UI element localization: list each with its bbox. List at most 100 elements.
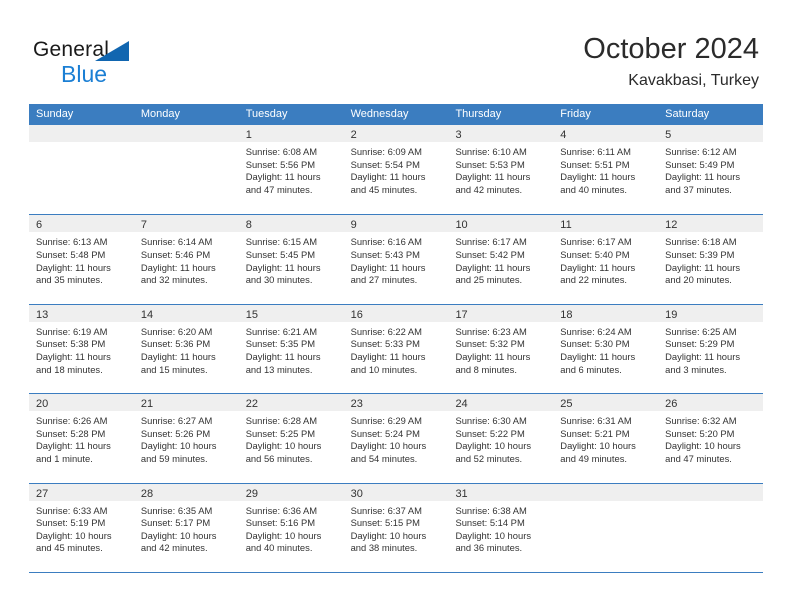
day-number-band: 12	[658, 215, 764, 233]
daylight-duration-line1: Daylight: 11 hours	[36, 261, 111, 273]
day-cell[interactable]: 24 Sunrise: 6:30 AM Sunset: 5:22 PM Dayligh…	[448, 394, 554, 482]
daylight-duration-line1: Daylight: 11 hours	[245, 171, 321, 183]
sunrise-time: Sunrise: 6:36 AM	[245, 504, 318, 516]
daylight-duration-line2: and 8 minutes.	[455, 363, 517, 375]
day-cell[interactable]: 23 Sunrise: 6:29 AM Sunset: 5:24 PM Dayligh…	[343, 394, 449, 482]
weekday-header-saturday: Saturday	[665, 108, 710, 120]
day-cell[interactable]: 6 Sunrise: 6:13 AM Sunset: 5:48 PM Daylight…	[29, 215, 134, 303]
logo-triangle-icon	[95, 41, 129, 61]
day-number: 13	[36, 308, 49, 321]
day-cell[interactable]: 28 Sunrise: 6:35 AM Sunset: 5:17 PM Dayligh…	[133, 483, 239, 572]
daylight-duration-line2: and 38 minutes.	[350, 542, 418, 554]
sunrise-time: Sunrise: 6:26 AM	[36, 415, 108, 427]
day-cell[interactable]: 25 Sunrise: 6:31 AM Sunset: 5:21 PM Dayligh…	[553, 394, 659, 482]
sunset-time: Sunset: 5:45 PM	[245, 248, 316, 260]
sunrise-time: Sunrise: 6:08 AM	[245, 146, 318, 157]
daylight-duration-line2: and 27 minutes.	[350, 274, 418, 286]
day-cell-empty	[133, 125, 239, 214]
day-cell[interactable]: 4 Sunrise: 6:11 AM Sunset: 5:51 PM Daylight…	[553, 125, 659, 214]
sunrise-time: Sunrise: 6:09 AM	[350, 146, 422, 157]
day-cell[interactable]: 29 Sunrise: 6:36 AM Sunset: 5:16 PM Dayligh…	[238, 483, 344, 572]
sunset-time: Sunset: 5:51 PM	[560, 158, 630, 170]
sunrise-time: Sunrise: 6:10 AM	[455, 146, 527, 157]
sunset-time: Sunset: 5:19 PM	[36, 517, 106, 529]
day-cell[interactable]: 1 Sunrise: 6:08 AM Sunset: 5:56 PM Daylight…	[238, 125, 344, 214]
day-number-band: 6	[29, 215, 134, 233]
day-cell[interactable]: 2 Sunrise: 6:09 AM Sunset: 5:54 PM Daylight…	[343, 125, 449, 214]
sunset-time: Sunset: 5:30 PM	[560, 338, 630, 350]
page-title: October 2024	[583, 33, 759, 65]
sunset-time: Sunset: 5:28 PM	[36, 427, 106, 439]
sunset-time: Sunset: 5:14 PM	[455, 517, 525, 529]
day-cell[interactable]: 3 Sunrise: 6:10 AM Sunset: 5:53 PM Daylight…	[448, 125, 554, 214]
day-number-band: 7	[133, 215, 239, 233]
sunrise-time: Sunrise: 6:33 AM	[36, 504, 108, 516]
daylight-duration-line1: Daylight: 10 hours	[245, 440, 322, 452]
day-cell[interactable]: 13 Sunrise: 6:19 AM Sunset: 5:38 PM Dayligh…	[29, 304, 134, 393]
day-number: 17	[455, 308, 468, 321]
day-cell[interactable]: 7 Sunrise: 6:14 AM Sunset: 5:46 PM Daylight…	[133, 215, 239, 303]
sunset-time: Sunset: 5:32 PM	[455, 338, 525, 350]
daylight-duration-line2: and 32 minutes.	[140, 274, 208, 286]
daylight-duration-line2: and 25 minutes.	[455, 274, 523, 286]
daylight-duration-line1: Daylight: 11 hours	[350, 261, 426, 273]
day-cell[interactable]: 11 Sunrise: 6:17 AM Sunset: 5:40 PM Dayligh…	[553, 215, 659, 303]
sunset-time: Sunset: 5:53 PM	[455, 158, 525, 170]
day-cell[interactable]: 8 Sunrise: 6:15 AM Sunset: 5:45 PM Daylight…	[238, 215, 344, 303]
general-blue-logo[interactable]: General Blue	[33, 38, 153, 90]
day-number-band: 18	[553, 304, 659, 322]
day-cell[interactable]: 16 Sunrise: 6:22 AM Sunset: 5:33 PM Dayligh…	[343, 304, 449, 393]
day-cell[interactable]: 10 Sunrise: 6:17 AM Sunset: 5:42 PM Dayligh…	[448, 215, 554, 303]
day-cell[interactable]: 12 Sunrise: 6:18 AM Sunset: 5:39 PM Dayligh…	[658, 215, 764, 303]
day-number-band: 16	[343, 304, 449, 322]
sunset-time: Sunset: 5:38 PM	[36, 338, 106, 350]
day-cell[interactable]: 5 Sunrise: 6:12 AM Sunset: 5:49 PM Daylight…	[658, 125, 764, 214]
day-cell[interactable]: 30 Sunrise: 6:37 AM Sunset: 5:15 PM Dayligh…	[343, 483, 449, 572]
weekday-header-sunday: Sunday	[36, 108, 74, 120]
sunrise-time: Sunrise: 6:19 AM	[36, 325, 108, 337]
day-info: Sunrise: 6:12 AM Sunset: 5:49 PM Daylight:…	[658, 142, 763, 196]
daylight-duration-line1: Daylight: 11 hours	[36, 440, 111, 452]
day-number-band: 10	[448, 215, 554, 233]
day-cell-empty	[658, 483, 764, 572]
day-cell[interactable]: 17 Sunrise: 6:23 AM Sunset: 5:32 PM Dayligh…	[448, 304, 554, 393]
day-cell[interactable]: 22 Sunrise: 6:28 AM Sunset: 5:25 PM Dayligh…	[238, 394, 344, 482]
daylight-duration-line1: Daylight: 11 hours	[665, 171, 741, 183]
day-info: Sunrise: 6:25 AM Sunset: 5:29 PM Daylight:…	[658, 322, 763, 376]
day-number-band: 24	[448, 394, 554, 412]
sunrise-time: Sunrise: 6:38 AM	[455, 504, 527, 516]
daylight-duration-line2: and 35 minutes.	[36, 274, 103, 286]
day-number-band: 20	[29, 394, 134, 412]
sunrise-time: Sunrise: 6:15 AM	[245, 236, 318, 248]
day-cell[interactable]: 9 Sunrise: 6:16 AM Sunset: 5:43 PM Daylight…	[343, 215, 449, 303]
day-cell[interactable]: 18 Sunrise: 6:24 AM Sunset: 5:30 PM Dayligh…	[553, 304, 659, 393]
day-cell[interactable]: 19 Sunrise: 6:25 AM Sunset: 5:29 PM Dayligh…	[658, 304, 764, 393]
sunset-time: Sunset: 5:17 PM	[140, 517, 211, 529]
sunset-time: Sunset: 5:43 PM	[350, 248, 420, 260]
daylight-duration-line2: and 30 minutes.	[245, 274, 313, 286]
sunrise-time: Sunrise: 6:31 AM	[560, 415, 632, 427]
daylight-duration-line1: Daylight: 10 hours	[245, 529, 322, 541]
sunset-time: Sunset: 5:33 PM	[350, 338, 420, 350]
sunrise-time: Sunrise: 6:25 AM	[665, 325, 737, 337]
day-cell[interactable]: 21 Sunrise: 6:27 AM Sunset: 5:26 PM Dayligh…	[133, 394, 239, 482]
day-cell[interactable]: 14 Sunrise: 6:20 AM Sunset: 5:36 PM Dayligh…	[133, 304, 239, 393]
day-number-band: 14	[133, 304, 239, 322]
day-cell[interactable]: 15 Sunrise: 6:21 AM Sunset: 5:35 PM Dayligh…	[238, 304, 344, 393]
daylight-duration-line2: and 36 minutes.	[455, 542, 523, 554]
day-cell[interactable]: 26 Sunrise: 6:32 AM Sunset: 5:20 PM Dayligh…	[658, 394, 764, 482]
daylight-duration-line2: and 45 minutes.	[36, 542, 103, 554]
title-block: October 2024 Kavakbasi, Turkey	[583, 32, 759, 92]
sunrise-time: Sunrise: 6:21 AM	[245, 325, 318, 337]
sunrise-time: Sunrise: 6:37 AM	[350, 504, 422, 516]
daylight-duration-line2: and 56 minutes.	[245, 452, 313, 464]
day-cell[interactable]: 20 Sunrise: 6:26 AM Sunset: 5:28 PM Dayligh…	[29, 394, 134, 482]
day-number: 22	[245, 398, 258, 411]
day-number-band: 21	[133, 394, 239, 412]
day-info: Sunrise: 6:30 AM Sunset: 5:22 PM Daylight:…	[448, 411, 553, 465]
day-cell[interactable]: 27 Sunrise: 6:33 AM Sunset: 5:19 PM Dayligh…	[29, 483, 134, 572]
daylight-duration-line2: and 54 minutes.	[350, 452, 418, 464]
daylight-duration-line2: and 59 minutes.	[140, 452, 208, 464]
day-number-band: 2	[343, 125, 449, 142]
day-cell[interactable]: 31 Sunrise: 6:38 AM Sunset: 5:14 PM Dayligh…	[448, 483, 554, 572]
